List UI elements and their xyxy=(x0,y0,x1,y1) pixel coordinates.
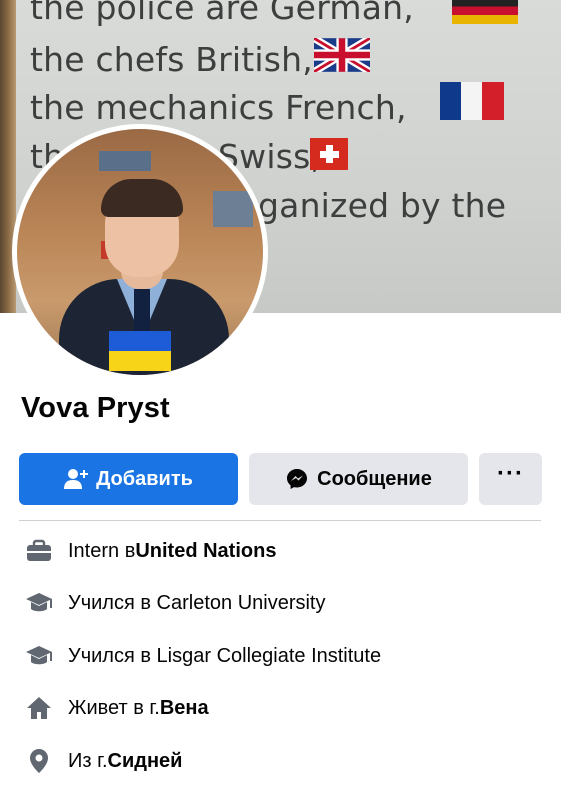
avatar-photo xyxy=(17,129,263,375)
intro-hometown-value: Сидней xyxy=(107,749,183,772)
intro-city-prefix: Живет в г. xyxy=(68,696,160,719)
cover-text-line: ganized by the xyxy=(258,186,507,225)
ukraine-flag-icon xyxy=(109,331,171,371)
intro-item-education[interactable]: Учился в Carleton University xyxy=(24,583,325,623)
intro-city-value: Вена xyxy=(159,696,209,719)
intro-education-text: Учился в Carleton University xyxy=(68,591,326,614)
cover-text-line: the chefs British, xyxy=(30,40,313,79)
add-friend-label: Добавить xyxy=(96,467,193,490)
german-flag-icon xyxy=(452,0,518,24)
intro-hometown-prefix: Из г. xyxy=(68,749,108,772)
divider xyxy=(19,520,541,521)
intro-item-current-city[interactable]: Живет в г. Вена xyxy=(24,688,209,728)
more-options-button[interactable]: ··· xyxy=(479,453,542,505)
add-friend-button[interactable]: Добавить xyxy=(19,453,238,505)
cover-text-line: the mechanics French, xyxy=(30,88,407,127)
profile-name: Vova Pryst xyxy=(21,392,170,424)
location-pin-icon xyxy=(24,746,54,776)
swiss-flag-icon xyxy=(310,138,348,170)
more-dots-icon: ··· xyxy=(497,460,524,487)
add-friend-icon xyxy=(64,468,89,490)
intro-item-work[interactable]: Intern в United Nations xyxy=(24,531,276,571)
intro-work-value: United Nations xyxy=(135,539,277,562)
profile-avatar[interactable] xyxy=(12,124,268,380)
french-flag-icon xyxy=(440,82,504,120)
intro-item-hometown[interactable]: Из г. Сидней xyxy=(24,741,182,781)
intro-education-text: Учился в Lisgar Collegiate Institute xyxy=(68,644,382,667)
graduation-cap-icon xyxy=(24,588,54,618)
cover-text-line: the police are German, xyxy=(30,0,414,27)
british-flag-icon xyxy=(314,38,370,72)
message-button[interactable]: Сообщение xyxy=(249,453,468,505)
graduation-cap-icon xyxy=(24,641,54,671)
message-label: Сообщение xyxy=(317,467,432,490)
home-icon xyxy=(24,693,54,723)
intro-work-prefix: Intern в xyxy=(68,539,136,562)
messenger-icon xyxy=(285,467,309,491)
briefcase-icon xyxy=(24,536,54,566)
intro-item-education[interactable]: Учился в Lisgar Collegiate Institute xyxy=(24,636,381,676)
